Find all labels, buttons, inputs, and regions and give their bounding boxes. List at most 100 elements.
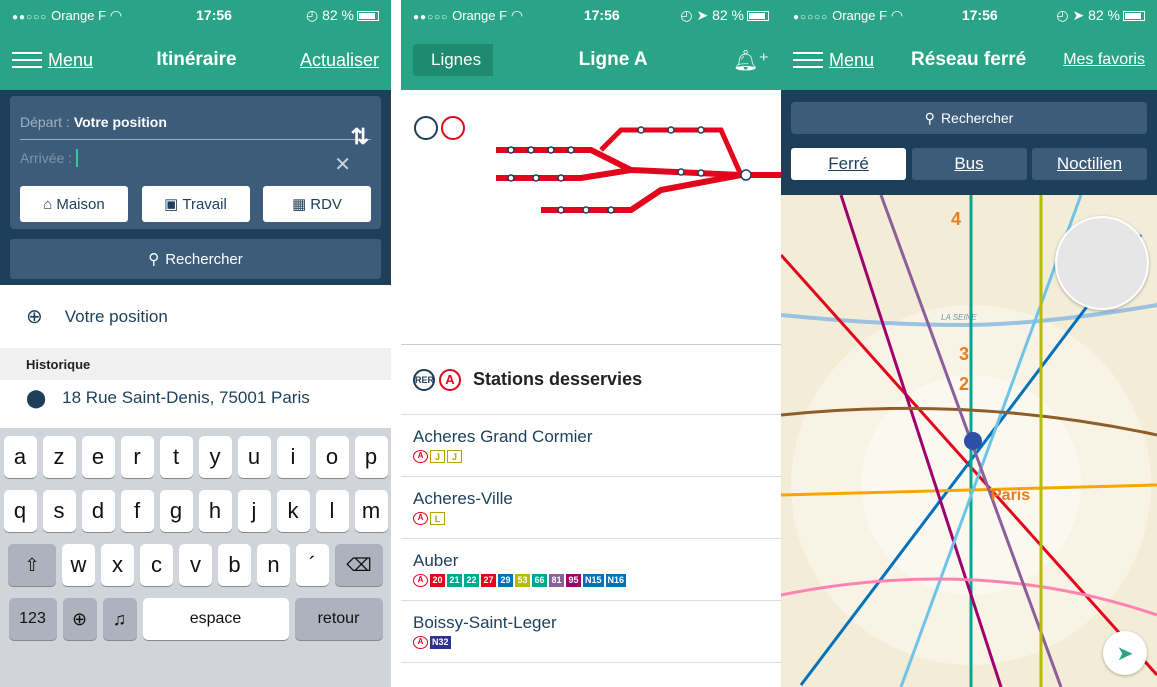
key-y[interactable]: y	[198, 436, 232, 478]
key-r[interactable]: r	[120, 436, 154, 478]
key-z[interactable]: z	[42, 436, 76, 478]
key-q[interactable]: q	[3, 490, 37, 532]
key-n[interactable]: n	[257, 544, 290, 586]
carrier: Orange F	[51, 7, 107, 23]
search-input[interactable]: ⚲ Rechercher	[791, 102, 1147, 134]
search-button[interactable]: ⚲ Rechercher	[10, 239, 381, 279]
key-m[interactable]: m	[354, 490, 388, 532]
line-a-icon: A	[439, 368, 461, 391]
network-tabs: Ferré Bus Noctilien	[791, 148, 1147, 180]
line-map[interactable]	[401, 90, 781, 345]
key-h[interactable]: h	[198, 490, 232, 532]
minimap[interactable]	[1055, 216, 1149, 310]
key-p[interactable]: p	[354, 436, 388, 478]
tab-bus[interactable]: Bus	[911, 148, 1027, 180]
page-title: Ligne A	[578, 49, 648, 70]
menu-label: Menu	[48, 49, 94, 70]
line-badge: N15	[583, 574, 604, 587]
page-title: Itinéraire	[156, 49, 237, 70]
key-x[interactable]: x	[101, 544, 134, 586]
current-position-item[interactable]: ⊕ Votre position	[0, 285, 391, 348]
menu-button[interactable]: Menu	[793, 50, 874, 71]
back-button[interactable]: Lignes	[413, 44, 494, 76]
swap-icon[interactable]: ⇅	[351, 124, 369, 150]
key-j[interactable]: j	[237, 490, 271, 532]
key-u[interactable]: u	[237, 436, 271, 478]
line-badge: 95	[566, 574, 581, 587]
arrivee-label: Arrivée :	[20, 150, 73, 166]
ligne-a-screen: ●●○○○ Orange F ◠ 17:56 ◴ ➤ 82 % Lignes L…	[401, 0, 781, 687]
shift-key[interactable]: ⇧	[8, 544, 56, 586]
wifi-icon: ◠	[890, 6, 904, 23]
depart-value: Votre position	[73, 113, 167, 130]
text-cursor	[76, 149, 79, 167]
line-badge: N16	[605, 574, 627, 587]
line-badges: A N32	[413, 636, 769, 649]
refresh-button[interactable]: Actualiser	[300, 50, 379, 71]
alarm-icon: ◴	[1056, 6, 1069, 23]
space-key[interactable]: espace	[142, 598, 289, 640]
favorites-button[interactable]: Mes favoris	[1063, 51, 1145, 69]
line-badge: J	[430, 450, 445, 463]
key-b[interactable]: b	[218, 544, 251, 586]
history-item[interactable]: ⬤ 18 Rue Saint-Denis, 75001 Paris	[0, 380, 391, 420]
key-g[interactable]: g	[159, 490, 193, 532]
numbers-key[interactable]: 123	[8, 598, 57, 640]
time: 17:56	[583, 7, 620, 23]
bell-plus-icon[interactable]: 🔔︎⁺	[733, 48, 769, 73]
wifi-icon: ◠	[510, 6, 524, 23]
line-badge: 22	[464, 574, 479, 587]
itineraire-screen: ●●○○○ Orange F ◠ 17:56 ◴ 82 % Menu Itiné…	[0, 0, 391, 687]
line-badge: 29	[498, 574, 513, 587]
rer-logo-icon	[414, 116, 438, 140]
delete-key[interactable]: ⌫	[335, 544, 383, 586]
header: ●●○○○ Orange F ◠ 17:56 ◴ ➤ 82 % Lignes L…	[401, 0, 781, 90]
search-icon: ⚲	[148, 251, 160, 268]
signal-dots: ●○○○○	[793, 11, 829, 23]
nav-bar: Lignes Ligne A 🔔︎⁺	[401, 30, 781, 90]
mic-key[interactable]: ♫	[102, 598, 137, 640]
key-l[interactable]: l	[315, 490, 349, 532]
key-i[interactable]: i	[276, 436, 310, 478]
key-t[interactable]: t	[159, 436, 193, 478]
key-c[interactable]: c	[140, 544, 173, 586]
carrier: Orange F	[832, 7, 888, 23]
key-k[interactable]: k	[276, 490, 310, 532]
time: 17:56	[196, 7, 232, 23]
work-button[interactable]: ▣ Travail	[141, 186, 250, 222]
carrier: Orange F	[452, 7, 508, 23]
key-o[interactable]: o	[315, 436, 349, 478]
key-e[interactable]: e	[81, 436, 115, 478]
line-badges: A 20 21 22 27 29 53 66 81 95 N15 N16	[413, 574, 769, 587]
station-item[interactable]: Acheres-Ville A L	[401, 477, 781, 539]
arrivee-field[interactable]: Arrivée :	[20, 140, 371, 176]
key-accent[interactable]: ´	[296, 544, 329, 586]
station-item[interactable]: Auber A 20 21 22 27 29 53 66 81 95 N15 N16	[401, 539, 781, 601]
key-v[interactable]: v	[179, 544, 212, 586]
return-key[interactable]: retour	[294, 598, 383, 640]
key-d[interactable]: d	[81, 490, 115, 532]
tab-ferre[interactable]: Ferré	[791, 148, 906, 180]
zone-4-label: 4	[951, 209, 961, 229]
station-item[interactable]: Acheres Grand Cormier A J J	[401, 415, 781, 477]
header: ●●○○○ Orange F ◠ 17:56 ◴ 82 % Menu Itiné…	[0, 0, 391, 90]
depart-field[interactable]: Départ : Votre position	[20, 104, 371, 140]
rdv-button[interactable]: ▦ RDV	[263, 186, 371, 222]
key-w[interactable]: w	[62, 544, 95, 586]
battery-icon	[357, 10, 379, 21]
signal-dots: ●●○○○	[12, 11, 48, 23]
route-form: Départ : Votre position Arrivée : ⇅ ✕ ⌂ M…	[10, 96, 381, 229]
key-s[interactable]: s	[42, 490, 76, 532]
locate-button[interactable]: ➤	[1103, 631, 1147, 675]
globe-key[interactable]: ⊕	[62, 598, 97, 640]
clear-icon[interactable]: ✕	[334, 152, 351, 177]
station-item[interactable]: Boissy-Saint-Leger A N32	[401, 601, 781, 663]
home-button[interactable]: ⌂ Maison	[20, 186, 128, 222]
menu-button[interactable]: Menu	[12, 50, 93, 71]
key-f[interactable]: f	[120, 490, 154, 532]
line-badge: A	[413, 574, 428, 587]
tab-noctilien[interactable]: Noctilien	[1032, 148, 1147, 180]
key-a[interactable]: a	[3, 436, 37, 478]
rdv-label: RDV	[310, 195, 342, 213]
route-form-panel: Départ : Votre position Arrivée : ⇅ ✕ ⌂ M…	[0, 90, 391, 285]
